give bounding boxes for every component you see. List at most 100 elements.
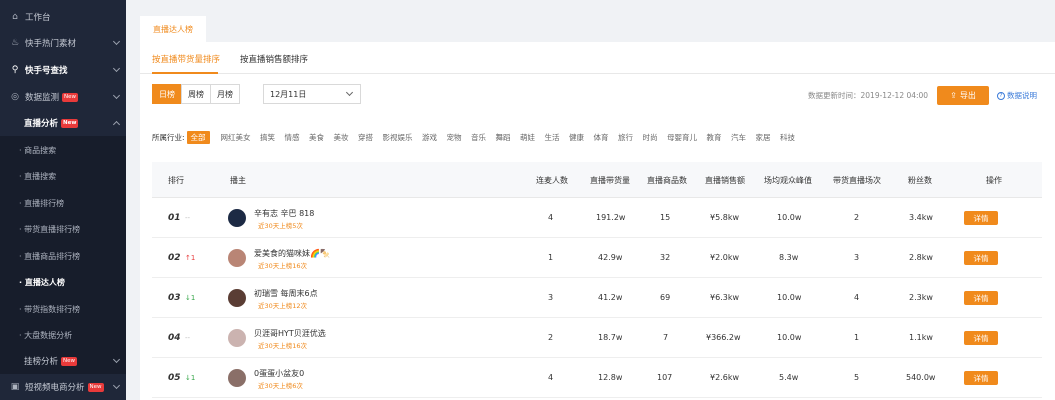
chevron-up-icon [112,120,121,129]
industry-option[interactable]: 生活 [545,132,560,143]
streamer-name[interactable]: 初瑞雪 每周末6点 [254,288,318,299]
peak-viewers: 8.3w [779,253,799,262]
industry-option[interactable]: 汽车 [731,132,746,143]
sidebar-item-rank-analysis[interactable]: 挂榜分析 New [0,348,126,374]
monthly-rank-button[interactable]: 月榜 [210,84,240,104]
sidebar-item-live-analysis[interactable]: 直播分析 New [0,110,126,136]
industry-option[interactable]: 全部 [186,130,210,144]
export-button[interactable]: ⇪ 导出 [937,86,989,105]
header-sessions: 带货直播场次 [833,176,881,185]
sidebar-subitem-live-rank[interactable]: · 直播排行榜 [0,190,126,216]
fans-count: 540.0w [906,373,936,382]
tab-sort-by-volume[interactable]: 按直播带货量排序 [152,53,220,65]
fire-icon: ♨ [10,38,20,48]
streamer-name[interactable]: 爱美食的猫咪妹🌈🍢 [254,248,330,259]
data-help-link[interactable]: ? 数据说明 [997,90,1037,101]
industry-option[interactable]: 旅行 [618,132,633,143]
revenue: ¥2.0kw [710,253,739,262]
industry-option[interactable]: 情感 [285,132,300,143]
fans-count: 2.3kw [909,293,933,302]
sidebar-subitem-live-goods-rank[interactable]: · 直播商品排行榜 [0,243,126,269]
industry-option[interactable]: 教育 [707,132,722,143]
rank-trend: -- [185,214,191,222]
industry-option[interactable]: 家居 [756,132,771,143]
home-icon: ⌂ [12,12,18,22]
sidebar-item-account-search[interactable]: ⚲ 快手号查找 [0,57,126,83]
sidebar-subitem-label: · 直播搜索 [19,171,57,181]
industry-option[interactable]: 萌娃 [520,132,535,143]
streamer-name[interactable]: 贝涯哥HYT贝涯优选 [254,328,326,339]
table-row: 01 -- 辛有志 辛巴 818 近30天上榜5次 4 191.2w 15 ¥5… [152,198,1042,238]
active-tab-underline [152,72,218,74]
industry-option[interactable]: 宠物 [447,132,462,143]
sidebar-item-short-video-ecommerce[interactable]: ▣ 短视频电商分析 New [0,374,126,400]
table-row: 02 ↑1 爱美食的猫咪妹🌈🍢 近30天上榜16次 1 42.9w 32 ¥2.… [152,238,1042,278]
tab-sort-by-revenue[interactable]: 按直播销售额排序 [240,53,308,65]
daily-rank-button[interactable]: 日榜 [152,84,182,104]
table-row: 04 -- 贝涯哥HYT贝涯优选 近30天上榜16次 2 18.7w 7 ¥36… [152,318,1042,358]
question-icon: ? [997,91,1005,100]
industry-option[interactable]: 时尚 [643,132,658,143]
sales-volume: 18.7w [598,333,623,342]
detail-button[interactable]: 详情 [964,291,998,305]
lianmai-count: 1 [548,253,554,262]
goods-count: 7 [663,333,669,342]
avatar[interactable] [228,369,246,387]
live-sessions: 3 [854,253,860,262]
industry-option[interactable]: 游戏 [422,132,437,143]
revenue: ¥5.8kw [710,213,739,222]
industry-option[interactable]: 科技 [780,132,795,143]
streamer-name[interactable]: 辛有志 辛巴 818 [254,208,314,219]
avatar[interactable] [228,289,246,307]
avatar[interactable] [228,209,246,227]
detail-button[interactable]: 详情 [964,371,998,385]
industry-option[interactable]: 体育 [594,132,609,143]
revenue: ¥366.2w [706,333,741,342]
industry-option[interactable]: 搞笑 [260,132,275,143]
industry-option[interactable]: 美食 [309,132,324,143]
avatar[interactable] [228,249,246,267]
chevron-down-icon [112,91,121,100]
industry-option[interactable]: 网红美女 [221,132,251,143]
industry-option[interactable]: 母婴育儿 [667,132,697,143]
sidebar-subitem-label: · 直播排行榜 [19,198,65,208]
content-panel: 按直播带货量排序 按直播销售额排序 日榜 周榜 月榜 12月11日 数据更新时间… [140,42,1055,400]
period-button-group: 日榜 周榜 月榜 [152,84,240,104]
goods-count: 15 [660,213,671,222]
sidebar-item-label: 快手号查找 [25,66,68,76]
streamer-name[interactable]: 0蛋蛋小盆友0 [254,368,304,379]
sidebar-subitem-live-search[interactable]: · 直播搜索 [0,163,126,189]
sidebar-subitem-label: · 带货指数排行榜 [19,304,81,314]
new-badge: New [61,356,78,366]
lianmai-count: 2 [548,333,554,342]
avatar[interactable] [228,329,246,347]
sidebar-item-label: 挂榜分析 [24,357,59,367]
industry-option[interactable]: 舞蹈 [496,132,511,143]
detail-button[interactable]: 详情 [964,211,998,225]
industry-option[interactable]: 穿搭 [358,132,373,143]
industry-option[interactable]: 美妆 [334,132,349,143]
header-fans: 粉丝数 [908,176,932,185]
detail-button[interactable]: 详情 [964,251,998,265]
sidebar-subitem-market-analysis[interactable]: · 大盘数据分析 [0,322,126,348]
weekly-rank-button[interactable]: 周榜 [181,84,211,104]
industry-option[interactable]: 影视娱乐 [383,132,413,143]
sidebar-subitem-sales-live-rank[interactable]: · 带货直播排行榜 [0,216,126,242]
industry-option[interactable]: 音乐 [471,132,486,143]
goods-count: 107 [657,373,673,382]
detail-button[interactable]: 详情 [964,331,998,345]
revenue: ¥6.3kw [710,293,739,302]
industry-option[interactable]: 健康 [569,132,584,143]
live-sessions: 4 [854,293,860,302]
sales-volume: 191.2w [596,213,626,222]
tab-live-talent-rank[interactable]: 直播达人榜 [140,16,206,42]
sidebar-item-hot-material[interactable]: ♨ 快手热门素材 [0,30,126,56]
date-select[interactable]: 12月11日 [263,84,361,104]
sidebar-item-workbench[interactable]: ⌂ 工作台 [0,4,126,30]
sidebar-subitem-sales-index-rank[interactable]: · 带货指数排行榜 [0,296,126,322]
sidebar-item-data-monitor[interactable]: ◎ 数据监测 New [0,84,126,110]
sidebar-subitem-goods-search[interactable]: · 商品搜索 [0,137,126,163]
video-icon: ▣ [10,382,20,392]
sidebar-subitem-live-talent-rank[interactable]: · 直播达人榜 [0,269,126,295]
live-sessions: 1 [854,333,860,342]
